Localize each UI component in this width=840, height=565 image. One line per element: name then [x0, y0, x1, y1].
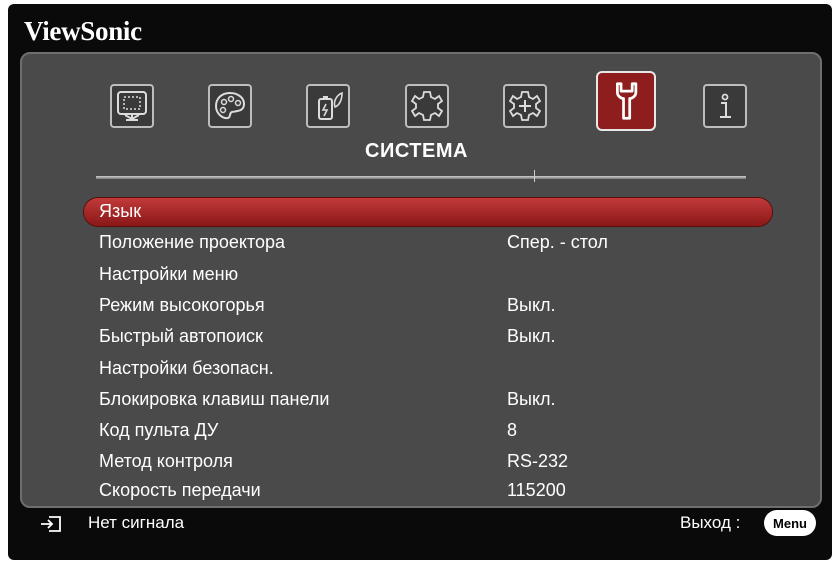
- tab-picture[interactable]: [208, 84, 252, 128]
- menu-item-remote-code[interactable]: Код пульта ДУ 8: [84, 417, 772, 445]
- menu-item-value: 115200: [507, 480, 566, 500]
- menu-item-panel-key-lock[interactable]: Блокировка клавиш панели Выкл.: [84, 386, 772, 414]
- menu-item-value: RS-232: [507, 451, 569, 471]
- menu-button[interactable]: Menu: [764, 510, 816, 536]
- menu-item-label: Режим высокогорья: [99, 295, 265, 315]
- menu-item-label: Блокировка клавиш панели: [99, 389, 330, 409]
- menu-item-quick-auto-search[interactable]: Быстрый автопоиск Выкл.: [84, 323, 772, 351]
- display-icon: [117, 91, 147, 121]
- brand-logo: ViewSonic: [24, 16, 142, 46]
- tab-basic[interactable]: [405, 84, 449, 128]
- menu-item-label: Настройки меню: [99, 264, 239, 284]
- menu-item-high-altitude-mode[interactable]: Режим высокогорья Выкл.: [84, 292, 772, 320]
- menu-item-security-settings[interactable]: Настройки безопасн.: [84, 355, 772, 383]
- tab-information[interactable]: [703, 84, 747, 128]
- menu-item-value: Спер. - стол: [507, 232, 608, 252]
- menu-item-label: Код пульта ДУ: [99, 420, 219, 440]
- menu-item-menu-settings[interactable]: Настройки меню: [84, 261, 772, 289]
- menu-item-label: Положение проектора: [99, 232, 286, 252]
- menu-item-label: Язык: [99, 201, 142, 221]
- menu-item-value: Выкл.: [507, 326, 556, 346]
- basic-settings-gear-icon: [410, 91, 444, 121]
- divider: [96, 176, 746, 179]
- tab-system[interactable]: [596, 71, 656, 131]
- signal-status: Нет сигнала: [88, 513, 185, 532]
- menu-item-value: Выкл.: [507, 389, 556, 409]
- information-icon: [720, 93, 731, 118]
- divider-notch: [534, 170, 535, 182]
- tab-power[interactable]: [306, 84, 350, 128]
- menu-item-value: 8: [507, 420, 518, 440]
- menu-item-language[interactable]: Язык: [84, 198, 772, 226]
- menu-item-projector-position[interactable]: Положение проектора Спер. - стол: [84, 229, 772, 257]
- picture-palette-icon: [214, 91, 246, 120]
- menu-item-label: Скорость передачи: [99, 480, 261, 500]
- power-saving-icon: [318, 91, 343, 120]
- section-title: СИСТЕМА: [365, 140, 468, 162]
- menu-item-value: Выкл.: [507, 295, 556, 315]
- menu-item-control-method[interactable]: Метод контроля RS-232: [84, 448, 772, 476]
- exit-label: Выход :: [680, 513, 741, 532]
- menu-item-baud-rate[interactable]: Скорость передачи 115200: [84, 477, 772, 505]
- tab-display[interactable]: [110, 84, 154, 128]
- menu-item-label: Быстрый автопоиск: [99, 326, 263, 346]
- system-wrench-icon: [615, 82, 638, 120]
- source-input-icon: [41, 516, 61, 532]
- advanced-settings-gear-icon: [508, 91, 542, 121]
- menu-item-label: Настройки безопасн.: [99, 358, 274, 378]
- menu-item-label: Метод контроля: [99, 451, 233, 471]
- tab-advanced[interactable]: [503, 84, 547, 128]
